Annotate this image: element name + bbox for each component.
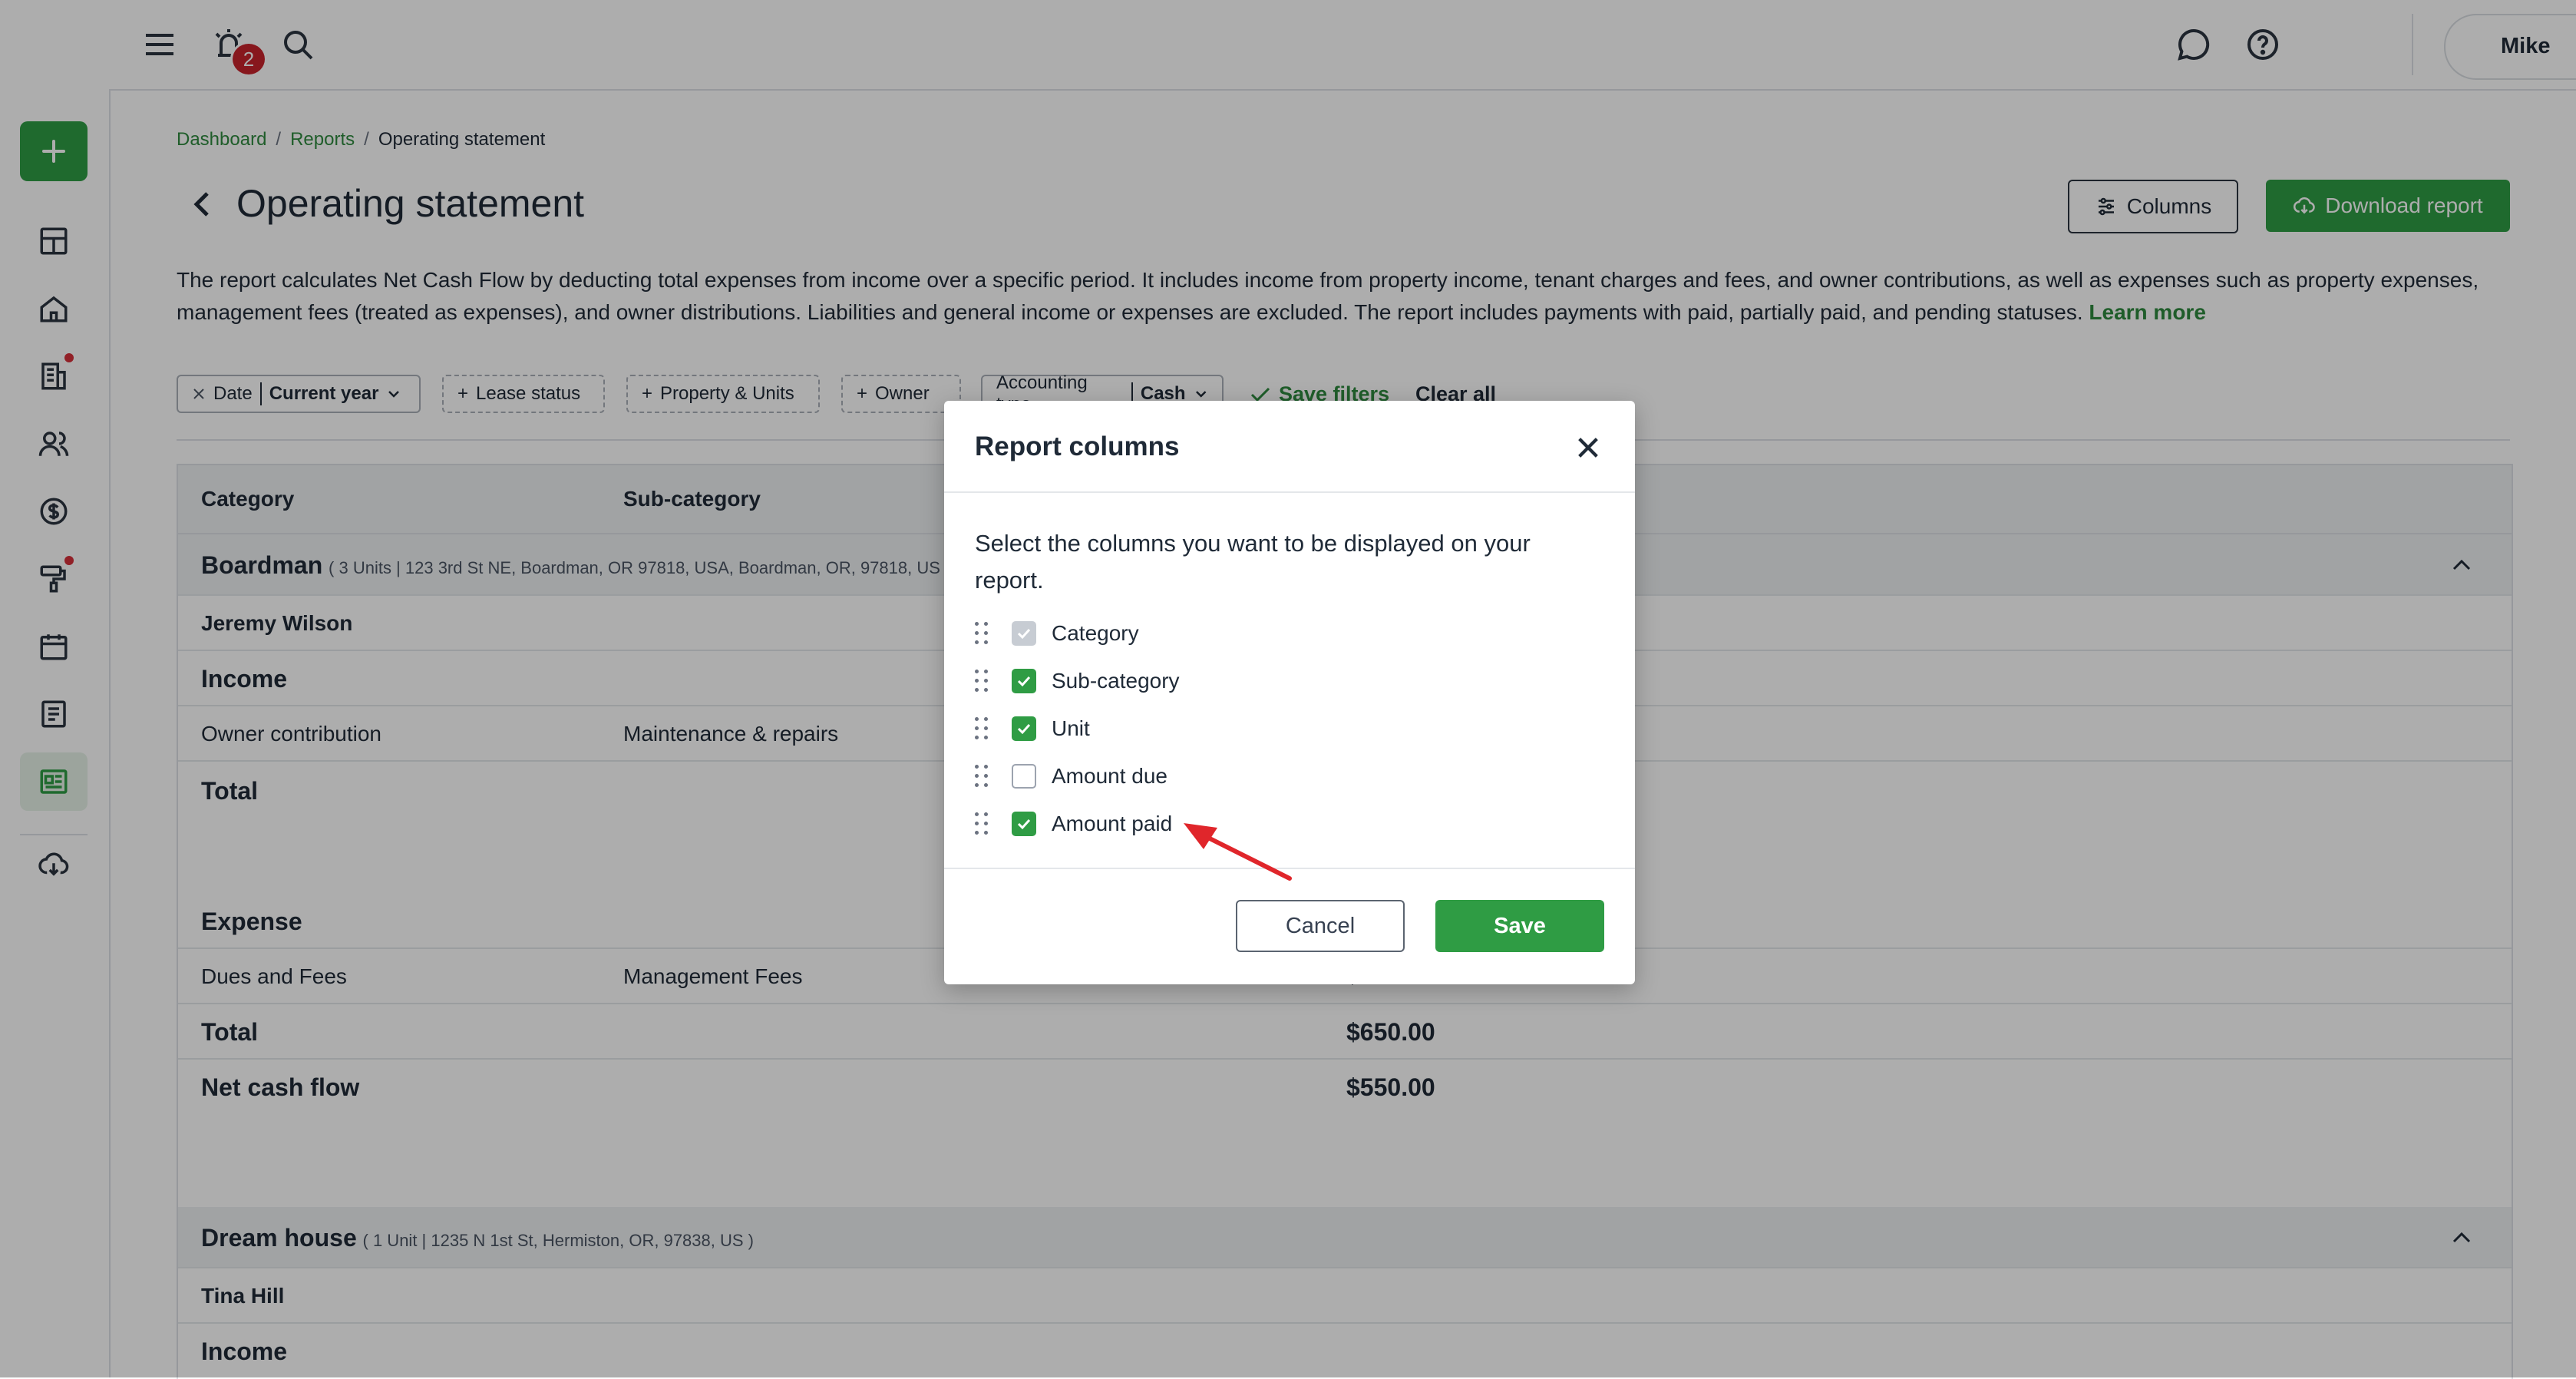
modal-title: Report columns	[975, 432, 1180, 461]
drag-handle-icon[interactable]	[975, 717, 990, 740]
column-option-amount-paid[interactable]: Amount paid	[975, 805, 1172, 843]
modal-instructions: Select the columns you want to be displa…	[975, 530, 1531, 594]
column-label: Sub-category	[1052, 669, 1180, 693]
drag-handle-icon[interactable]	[975, 622, 990, 645]
subcategory-checkbox[interactable]	[1012, 669, 1036, 693]
amount-paid-checkbox[interactable]	[1012, 812, 1036, 836]
drag-handle-icon[interactable]	[975, 670, 990, 693]
column-label: Unit	[1052, 716, 1090, 740]
column-label: Amount paid	[1052, 812, 1173, 835]
drag-handle-icon[interactable]	[975, 812, 990, 835]
amount-due-checkbox[interactable]	[1012, 764, 1036, 789]
annotation-arrow-icon	[1184, 823, 1292, 881]
column-option-amount-due[interactable]: Amount due	[975, 757, 1167, 795]
close-icon[interactable]	[1575, 435, 1601, 461]
column-option-unit[interactable]: Unit	[975, 709, 1090, 748]
cancel-button[interactable]: Cancel	[1236, 900, 1405, 952]
column-option-category[interactable]: Category	[975, 614, 1139, 653]
unit-checkbox[interactable]	[1012, 716, 1036, 741]
column-label: Category	[1052, 621, 1139, 645]
save-button[interactable]: Save	[1435, 900, 1604, 952]
category-checkbox	[1012, 621, 1036, 646]
column-option-subcategory[interactable]: Sub-category	[975, 662, 1180, 700]
modal-divider	[944, 491, 1635, 493]
report-columns-modal: Report columns Select the columns you wa…	[944, 401, 1635, 984]
drag-handle-icon[interactable]	[975, 765, 990, 788]
column-label: Amount due	[1052, 764, 1167, 788]
